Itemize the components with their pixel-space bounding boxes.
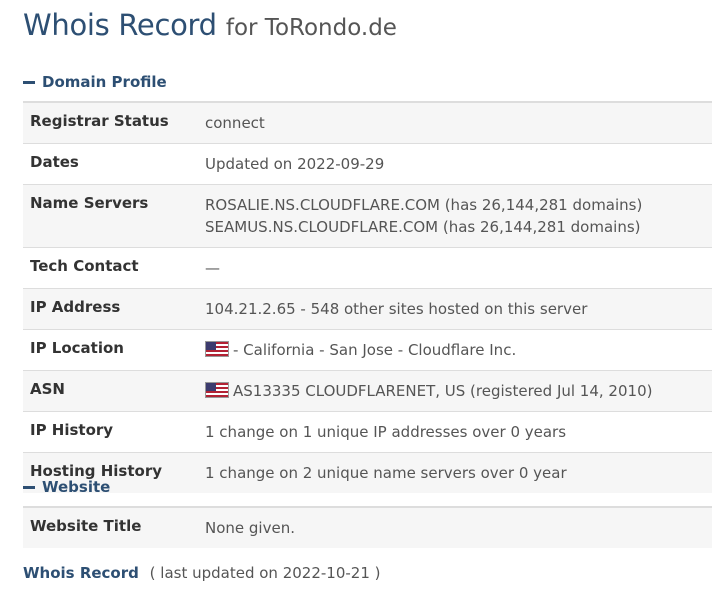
table-row: Dates Updated on 2022-09-29 xyxy=(23,143,712,185)
row-value-text: connect xyxy=(205,114,265,132)
row-value-text: 1 change on 1 unique IP addresses over 0… xyxy=(205,423,567,441)
us-flag-icon xyxy=(205,341,229,357)
table-row: ASN AS13335 CLOUDFLARENET, US (registered… xyxy=(23,370,712,412)
row-value-text: ROSALIE.NS.CLOUDFLARE.COM (has 26,144,28… xyxy=(205,196,643,214)
row-value-line: — xyxy=(205,257,705,279)
us-flag-icon xyxy=(205,382,229,398)
row-label-text: Registrar Status xyxy=(30,112,169,130)
row-label-text: IP Address xyxy=(30,298,121,316)
table-row: IP Location - California - San Jose - Clo… xyxy=(23,329,712,371)
row-value: connect xyxy=(191,101,712,144)
row-value-text: Updated on 2022-09-29 xyxy=(205,155,385,173)
row-value-text: 1 change on 2 unique name servers over 0… xyxy=(205,464,567,482)
row-value-line: SEAMUS.NS.CLOUDFLARE.COM (has 26,144,281… xyxy=(205,216,705,238)
row-value-line: Updated on 2022-09-29 xyxy=(205,153,705,175)
website-table: Website Title None given. xyxy=(23,506,712,548)
row-label-text: Dates xyxy=(30,153,79,171)
table-row: Website Title None given. xyxy=(23,506,712,548)
row-label: IP Location xyxy=(23,329,191,371)
row-value-text: - California - San Jose - Cloudflare Inc… xyxy=(233,341,517,359)
row-value-line: - California - San Jose - Cloudflare Inc… xyxy=(205,339,705,361)
row-label: ASN xyxy=(23,370,191,412)
row-label: IP Address xyxy=(23,288,191,330)
row-value-text: AS13335 CLOUDFLARENET, US (registered Ju… xyxy=(233,382,653,400)
row-value-line: connect xyxy=(205,112,705,134)
row-value-text: 104.21.2.65 - 548 other sites hosted on … xyxy=(205,300,588,318)
row-value-text: None given. xyxy=(205,519,295,537)
row-label: Tech Contact xyxy=(23,247,191,289)
domain-profile-table: Registrar Status connect Dates Updated on 2… xyxy=(23,101,712,493)
table-row: IP History 1 change on 1 unique IP addres… xyxy=(23,411,712,453)
row-value: - California - San Jose - Cloudflare Inc… xyxy=(191,329,712,371)
row-label-text: ASN xyxy=(30,380,65,398)
page-title-domain: for ToRondo.de xyxy=(225,15,397,41)
website-toggle[interactable]: Website xyxy=(23,478,110,496)
website-heading: Website xyxy=(42,478,111,496)
row-value-line: 104.21.2.65 - 548 other sites hosted on … xyxy=(205,298,705,320)
row-value-line: None given. xyxy=(205,517,705,539)
row-value-line: 1 change on 1 unique IP addresses over 0… xyxy=(205,421,705,443)
row-label: Name Servers xyxy=(23,184,191,248)
whois-record-link[interactable]: Whois Record xyxy=(23,564,139,582)
collapse-minus-icon[interactable] xyxy=(23,80,35,84)
page-title: Whois Record for ToRondo.de xyxy=(23,8,397,42)
row-value: 1 change on 1 unique IP addresses over 0… xyxy=(191,411,712,453)
row-value: 1 change on 2 unique name servers over 0… xyxy=(191,452,712,493)
page-title-main: Whois Record xyxy=(23,8,217,42)
domain-profile-heading: Domain Profile xyxy=(42,73,167,91)
row-value: Updated on 2022-09-29 xyxy=(191,143,712,185)
row-value: None given. xyxy=(191,506,712,548)
row-value-text: — xyxy=(205,259,220,277)
row-label-text: Website Title xyxy=(30,517,142,535)
row-label: Registrar Status xyxy=(23,101,191,144)
row-value: 104.21.2.65 - 548 other sites hosted on … xyxy=(191,288,712,330)
row-label: Website Title xyxy=(23,506,191,548)
table-row: Tech Contact — xyxy=(23,247,712,289)
row-label: IP History xyxy=(23,411,191,453)
row-value-line: ROSALIE.NS.CLOUDFLARE.COM (has 26,144,28… xyxy=(205,194,705,216)
row-label-text: Tech Contact xyxy=(30,257,139,275)
row-label: Dates xyxy=(23,143,191,185)
row-value-line: 1 change on 2 unique name servers over 0… xyxy=(205,462,705,484)
domain-profile-toggle[interactable]: Domain Profile xyxy=(23,73,167,91)
table-row: Registrar Status connect xyxy=(23,101,712,144)
row-label-text: IP Location xyxy=(30,339,124,357)
footer: Whois Record ( last updated on 2022-10-2… xyxy=(23,564,381,582)
row-value: ROSALIE.NS.CLOUDFLARE.COM (has 26,144,28… xyxy=(191,184,712,248)
row-value: AS13335 CLOUDFLARENET, US (registered Ju… xyxy=(191,370,712,412)
row-label-text: Name Servers xyxy=(30,194,149,212)
table-row: IP Address 104.21.2.65 - 548 other sites … xyxy=(23,288,712,330)
table-row: Name Servers ROSALIE.NS.CLOUDFLARE.COM (h… xyxy=(23,184,712,248)
row-label-text: IP History xyxy=(30,421,114,439)
collapse-minus-icon[interactable] xyxy=(23,485,35,489)
row-value-line: AS13335 CLOUDFLARENET, US (registered Ju… xyxy=(205,380,705,402)
row-value: — xyxy=(191,247,712,289)
table-row: Hosting History 1 change on 2 unique name… xyxy=(23,452,712,493)
last-updated-text: ( last updated on 2022-10-21 ) xyxy=(149,564,381,582)
row-value-text: SEAMUS.NS.CLOUDFLARE.COM (has 26,144,281… xyxy=(205,218,641,236)
